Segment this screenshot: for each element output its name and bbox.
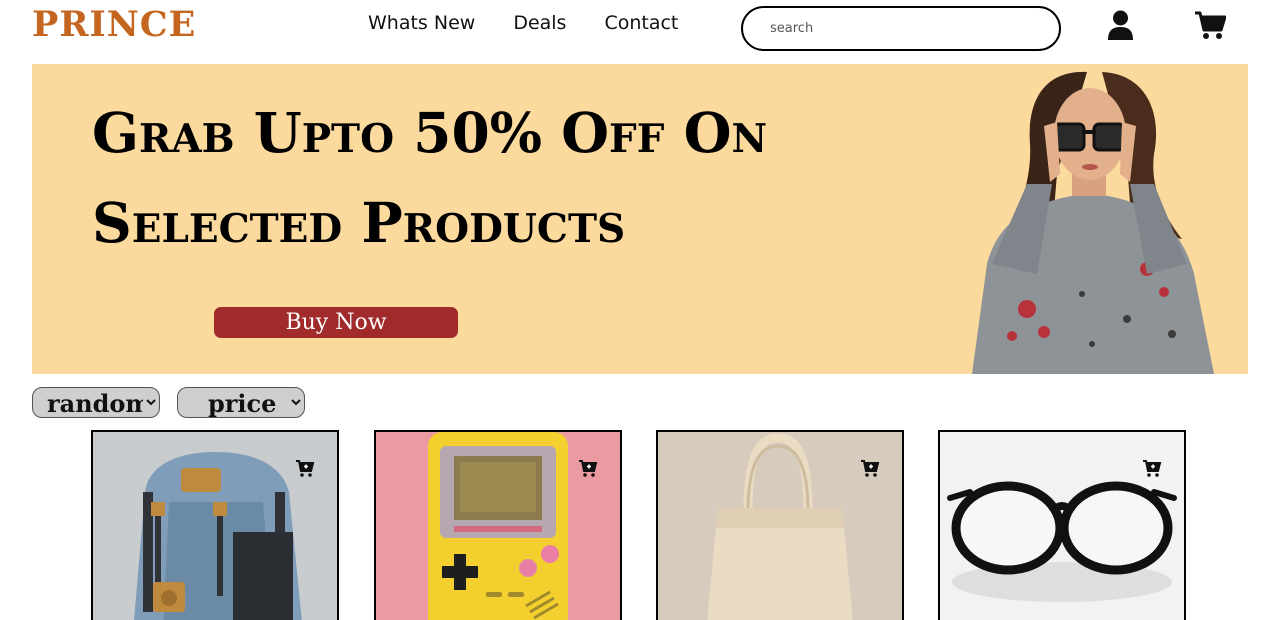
sort-select[interactable]: random (32, 387, 160, 418)
price-filter-select[interactable]: price (177, 387, 305, 418)
banner-title: Grab Upto 50% Off On Selected Products (92, 88, 852, 268)
banner-model-image (972, 71, 1214, 374)
buy-now-button[interactable]: Buy Now (214, 307, 458, 338)
nav-whats-new[interactable]: Whats New (368, 12, 475, 34)
product-card[interactable] (374, 430, 622, 620)
add-to-cart-icon[interactable] (578, 458, 598, 478)
user-icon (1108, 10, 1133, 40)
add-to-cart-icon[interactable] (860, 458, 880, 478)
nav-contact[interactable]: Contact (604, 12, 678, 34)
promo-banner: Grab Upto 50% Off On Selected Products B… (32, 64, 1248, 374)
shopping-cart-icon (1195, 11, 1227, 39)
nav-deals[interactable]: Deals (513, 12, 566, 34)
banner-title-line-1: Grab Upto 50% Off On (92, 100, 768, 165)
product-card[interactable] (656, 430, 904, 620)
product-card[interactable] (91, 430, 339, 620)
cart-button[interactable] (1194, 10, 1227, 40)
main-nav: Whats New Deals Contact (368, 12, 716, 34)
add-to-cart-icon[interactable] (1142, 458, 1162, 478)
brand-logo[interactable]: PRINCE (32, 4, 196, 45)
product-card[interactable] (938, 430, 1186, 620)
search-input[interactable] (741, 6, 1061, 51)
add-to-cart-icon[interactable] (295, 458, 315, 478)
account-button[interactable] (1106, 10, 1135, 40)
banner-title-line-2: Selected Products (92, 190, 626, 255)
